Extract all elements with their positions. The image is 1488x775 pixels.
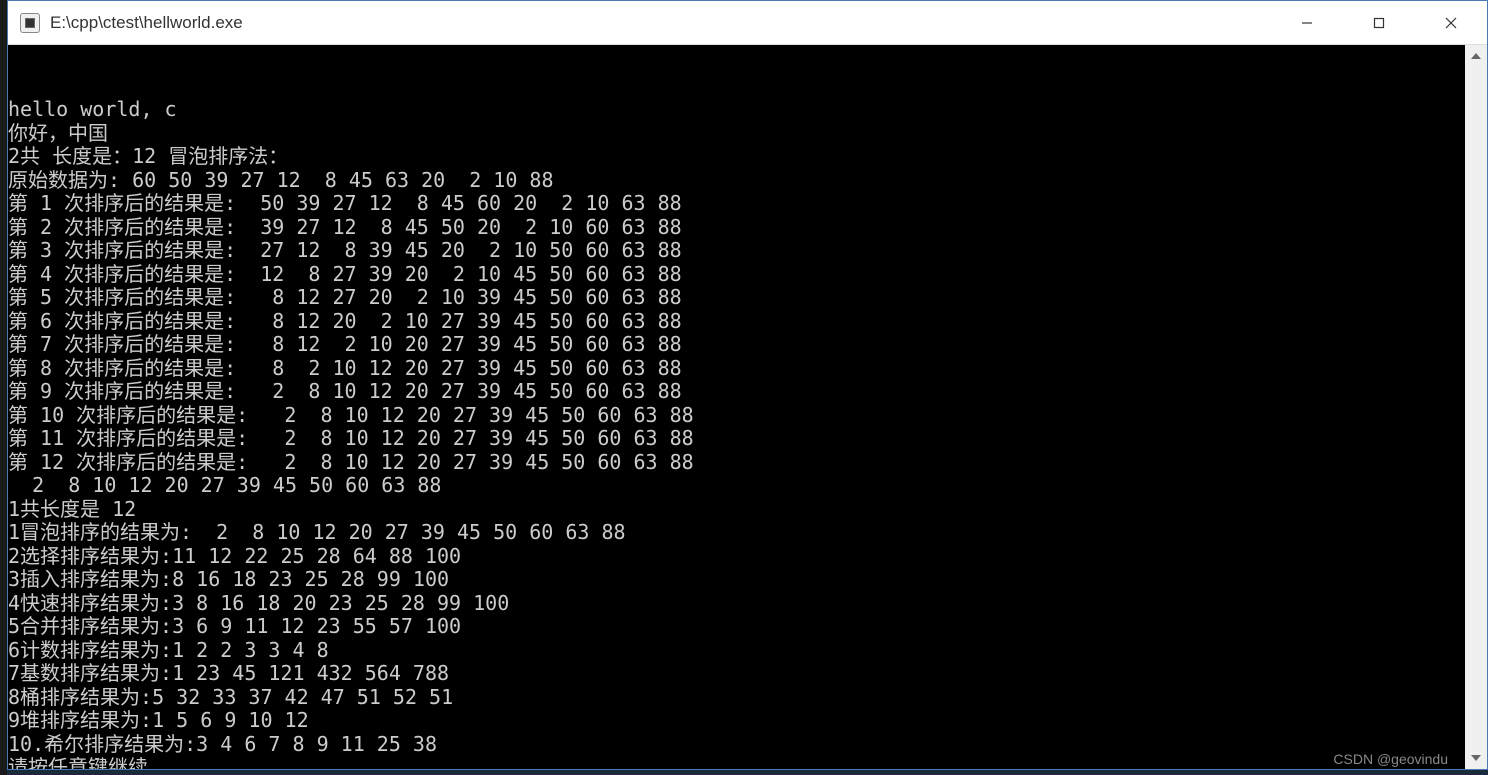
console-line: 第 7 次排序后的结果是: 8 12 2 10 20 27 39 45 50 6… (8, 333, 1487, 357)
console-line: 1共长度是 12 (8, 498, 1487, 522)
console-window: E:\cpp\ctest\hellworld.exe hello world, … (7, 0, 1488, 770)
close-icon (1444, 16, 1458, 30)
console-line: 第 10 次排序后的结果是: 2 8 10 12 20 27 39 45 50 … (8, 404, 1487, 428)
minimize-button[interactable] (1271, 1, 1343, 44)
console-line: 2共 长度是：12 冒泡排序法： (8, 145, 1487, 169)
console-line: 2选择排序结果为:11 12 22 25 28 64 88 100 (8, 545, 1487, 569)
maximize-button[interactable] (1343, 1, 1415, 44)
console-line: 第 2 次排序后的结果是: 39 27 12 8 45 50 20 2 10 6… (8, 216, 1487, 240)
console-line: 6计数排序结果为:1 2 2 3 3 4 8 (8, 639, 1487, 663)
bottom-decoration (7, 770, 1488, 775)
titlebar[interactable]: E:\cpp\ctest\hellworld.exe (8, 1, 1487, 45)
app-icon (20, 13, 40, 33)
console-line: 第 4 次排序后的结果是: 12 8 27 39 20 2 10 45 50 6… (8, 263, 1487, 287)
console-line: 第 11 次排序后的结果是: 2 8 10 12 20 27 39 45 50 … (8, 427, 1487, 451)
console-line: hello world, c (8, 98, 1487, 122)
vertical-scrollbar[interactable] (1465, 45, 1487, 769)
console-line: 第 3 次排序后的结果是: 27 12 8 39 45 20 2 10 50 6… (8, 239, 1487, 263)
console-line: 第 5 次排序后的结果是: 8 12 27 20 2 10 39 45 50 6… (8, 286, 1487, 310)
console-line: 7基数排序结果为:1 23 45 121 432 564 788 (8, 662, 1487, 686)
window-title: E:\cpp\ctest\hellworld.exe (50, 13, 1271, 33)
minimize-icon (1300, 16, 1314, 30)
console-line: 原始数据为: 60 50 39 27 12 8 45 63 20 2 10 88 (8, 169, 1487, 193)
console-line: 你好，中国 (8, 122, 1487, 146)
scrollbar-down-button[interactable] (1465, 747, 1487, 769)
console-line: 第 12 次排序后的结果是: 2 8 10 12 20 27 39 45 50 … (8, 451, 1487, 475)
console-line: 请按任意键继续. . . (8, 756, 1487, 769)
scrollbar-track[interactable] (1465, 67, 1487, 747)
scrollbar-up-button[interactable] (1465, 45, 1487, 67)
console-line: 1冒泡排序的结果为: 2 8 10 12 20 27 39 45 50 60 6… (8, 521, 1487, 545)
console-line: 第 1 次排序后的结果是: 50 39 27 12 8 45 60 20 2 1… (8, 192, 1487, 216)
console-line: 5合并排序结果为:3 6 9 11 12 23 55 57 100 (8, 615, 1487, 639)
console-line: 2 8 10 12 20 27 39 45 50 60 63 88 (8, 474, 1487, 498)
window-controls (1271, 1, 1487, 44)
console-line: 10.希尔排序结果为:3 4 6 7 8 9 11 25 38 (8, 733, 1487, 757)
console-text: hello world, c你好，中国2共 长度是：12 冒泡排序法：原始数据为… (8, 98, 1487, 769)
console-line: 8桶排序结果为:5 32 33 37 42 47 51 52 51 (8, 686, 1487, 710)
chevron-up-icon (1471, 53, 1481, 59)
console-output[interactable]: hello world, c你好，中国2共 长度是：12 冒泡排序法：原始数据为… (8, 45, 1487, 769)
console-line: 4快速排序结果为:3 8 16 18 20 23 25 28 99 100 (8, 592, 1487, 616)
watermark-text: CSDN @geovindu (1333, 751, 1448, 767)
console-line: 3插入排序结果为:8 16 18 23 25 28 99 100 (8, 568, 1487, 592)
console-line: 第 9 次排序后的结果是: 2 8 10 12 20 27 39 45 50 6… (8, 380, 1487, 404)
chevron-down-icon (1471, 755, 1481, 761)
left-edge-decoration (0, 0, 7, 775)
console-line: 第 8 次排序后的结果是: 8 2 10 12 20 27 39 45 50 6… (8, 357, 1487, 381)
console-line: 9堆排序结果为:1 5 6 9 10 12 (8, 709, 1487, 733)
console-line: 第 6 次排序后的结果是: 8 12 20 2 10 27 39 45 50 6… (8, 310, 1487, 334)
maximize-icon (1372, 16, 1386, 30)
close-button[interactable] (1415, 1, 1487, 44)
